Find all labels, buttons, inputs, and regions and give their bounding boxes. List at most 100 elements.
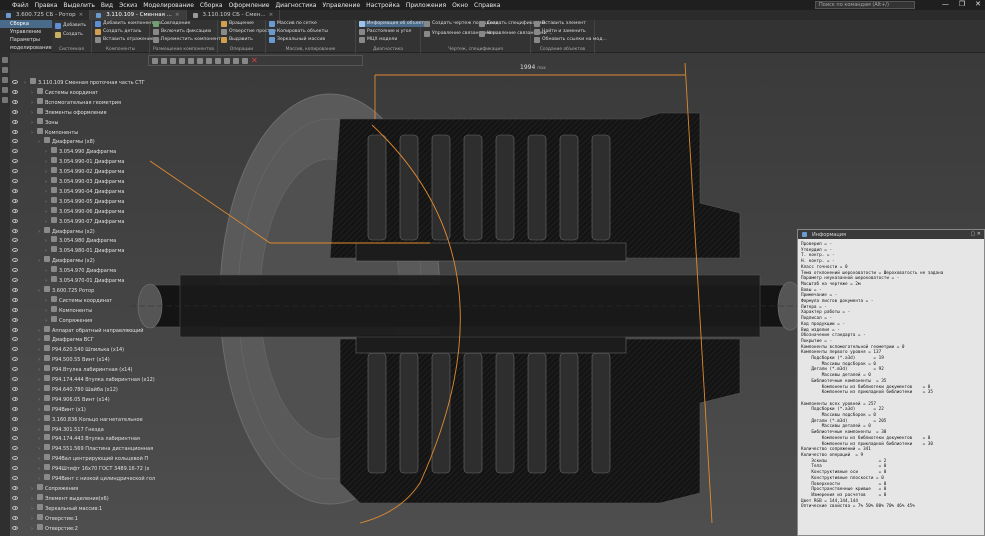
filter-icon[interactable] (2, 57, 8, 63)
tree-item[interactable]: › 3.054.980-01 Диафрагма (10, 245, 160, 255)
visibility-eye-icon[interactable] (12, 139, 18, 144)
update-links-button[interactable]: Обновить ссылки на мод... (534, 37, 607, 43)
menu-item-window[interactable]: Окно (452, 2, 468, 9)
cancel-icon[interactable]: ✕ (251, 56, 258, 64)
visibility-eye-icon[interactable] (12, 287, 18, 292)
tree-item[interactable]: › Элемент выделения(x6) (10, 493, 160, 503)
mode-management[interactable]: Управление (0, 28, 52, 36)
close-button[interactable]: ✕ (975, 0, 981, 8)
tree-item[interactable]: › Компоненты (10, 127, 160, 137)
menu-item-select[interactable]: Выделить (63, 2, 94, 9)
tab-document-3[interactable]: 3.110.109 СБ - Смен... × (187, 10, 281, 20)
tree-item[interactable]: › Р94.640.780 Шайба (x12) (10, 384, 160, 394)
visibility-eye-icon[interactable] (12, 406, 18, 411)
visibility-eye-icon[interactable] (12, 367, 18, 372)
visibility-eye-icon[interactable] (12, 208, 18, 213)
visibility-eye-icon[interactable] (12, 109, 18, 114)
tree-item[interactable]: › 3.054.990-02 Диафрагма (10, 166, 160, 176)
visibility-eye-icon[interactable] (12, 476, 18, 480)
tree-item[interactable]: › 3.600.725 Ротор (10, 285, 160, 295)
tree-item[interactable]: › Диафрагмы (x2) (10, 255, 160, 265)
move-component-button[interactable]: Переместить компонент (153, 37, 221, 43)
tree-item[interactable]: › 3.160.836 Кольцо нагнетательное (10, 414, 160, 424)
tree-item[interactable]: › Системы координат (10, 87, 160, 97)
menu-item-edit[interactable]: Правка (35, 2, 58, 9)
close-tab-icon[interactable]: × (175, 12, 180, 18)
mass-properties-button[interactable]: МЦХ модели (359, 37, 397, 43)
tab-document-2[interactable]: 3.110.109 - Сменная ... × (90, 10, 187, 20)
visibility-eye-icon[interactable] (12, 307, 18, 312)
visibility-eye-icon[interactable] (12, 505, 18, 510)
menu-item-diagnostics[interactable]: Диагностика (275, 2, 316, 9)
visibility-eye-icon[interactable] (12, 317, 18, 322)
pan-icon[interactable] (170, 57, 176, 64)
visibility-eye-icon[interactable] (12, 238, 18, 243)
tree-item[interactable]: › 3.054.990-04 Диафрагма (10, 186, 160, 196)
visibility-eye-icon[interactable] (12, 278, 18, 282)
visibility-eye-icon[interactable] (12, 456, 18, 461)
visibility-eye-icon[interactable] (12, 446, 18, 451)
tree-item[interactable]: › Отверстие:2 (10, 523, 160, 533)
insert-element-button[interactable]: Вставить элемент (534, 21, 586, 27)
tree-item[interactable]: › Р94.301.517 Гнезда (10, 424, 160, 434)
tree-item[interactable]: › Р94.906.05 Винт (x14) (10, 394, 160, 404)
tree-item[interactable]: › Р94.551.569 Пластина дистанционная (10, 443, 160, 453)
visibility-eye-icon[interactable] (12, 426, 18, 431)
tree-item[interactable]: › Зоны (10, 117, 160, 127)
tree-item[interactable]: › 3.054.990-01 Диафрагма (10, 156, 160, 166)
visibility-eye-icon[interactable] (12, 436, 18, 441)
visibility-eye-icon[interactable] (12, 169, 18, 174)
properties-icon[interactable] (2, 87, 8, 93)
mode-modeling[interactable]: моделирование (0, 44, 52, 52)
tree-item[interactable]: › 3.054.970 Диафрагма (10, 265, 160, 275)
add-button[interactable]: Добавить (55, 23, 86, 29)
visibility-eye-icon[interactable] (12, 119, 18, 124)
tree-item[interactable]: › Компоненты (10, 305, 160, 315)
visibility-eye-icon[interactable] (12, 258, 18, 263)
tree-item[interactable]: › Зеркальный массив:1 (10, 503, 160, 513)
library-icon[interactable] (2, 97, 8, 103)
menu-item-design[interactable]: Оформление (229, 2, 270, 9)
tree-item[interactable]: › Диафрагмы (x8) (10, 136, 160, 146)
info-panel-close-button[interactable]: ▢ ✕ (970, 231, 981, 237)
distance-angle-button[interactable]: Расстояние и угол (359, 29, 412, 35)
extrude-button[interactable]: Выдавить (221, 37, 253, 43)
tree-item[interactable]: › Отверстие:1 (10, 513, 160, 523)
view-mode-icon[interactable] (197, 57, 203, 64)
visibility-eye-icon[interactable] (12, 347, 18, 352)
tab-document-1[interactable]: 3.600.725 СБ - Ротор × (0, 10, 91, 20)
menu-item-file[interactable]: Файл (12, 2, 29, 9)
visibility-eye-icon[interactable] (12, 525, 18, 530)
tree-item[interactable]: › Вспомогательная геометрия (10, 97, 160, 107)
section-icon[interactable] (215, 57, 221, 64)
tree-item[interactable]: › Р94.620.540 Шпилька (x14) (10, 344, 160, 354)
coincidence-button[interactable]: Совпадение (153, 21, 190, 27)
command-search-input[interactable]: Поиск по командам (Alt+/) (815, 1, 915, 9)
visibility-eye-icon[interactable] (12, 386, 18, 391)
minimize-button[interactable]: — (942, 0, 949, 8)
tree-item[interactable]: › 3.054.990-06 Диафрагма (10, 206, 160, 216)
tree-icon[interactable] (2, 67, 8, 73)
mode-parameters[interactable]: Параметры (0, 36, 52, 44)
visibility-eye-icon[interactable] (12, 188, 18, 193)
tree-item[interactable]: › Р94Винт (x1) (10, 404, 160, 414)
visibility-eye-icon[interactable] (12, 416, 18, 421)
tree-item[interactable]: › Р94Вал центрирующий кольцевой П (10, 453, 160, 463)
tree-item[interactable]: › 3.054.970-01 Диафрагма (10, 275, 160, 285)
menu-item-management[interactable]: Управление (323, 2, 361, 9)
maximize-button[interactable]: ❐ (959, 0, 965, 8)
layers-icon[interactable] (2, 77, 8, 83)
orientation-icon[interactable] (188, 57, 194, 64)
tree-item[interactable]: › 3.054.990-03 Диафрагма (10, 176, 160, 186)
visibility-eye-icon[interactable] (12, 495, 18, 500)
tree-item[interactable]: › Р94.174.443 Втулка лабиринтная (10, 433, 160, 443)
tree-item[interactable]: › Р94Штифт 16x70 ГОСТ 3489.16-72 (x (10, 463, 160, 473)
display-style-icon[interactable] (206, 57, 212, 64)
visibility-eye-icon[interactable] (12, 99, 18, 104)
menu-item-help[interactable]: Справка (474, 2, 500, 9)
visibility-icon[interactable] (224, 57, 230, 64)
copy-objects-button[interactable]: Копировать объекты (269, 29, 328, 35)
visibility-eye-icon[interactable] (12, 198, 18, 203)
create-button[interactable]: Создать (55, 32, 83, 38)
mode-assembly[interactable]: Сборка (0, 20, 52, 28)
